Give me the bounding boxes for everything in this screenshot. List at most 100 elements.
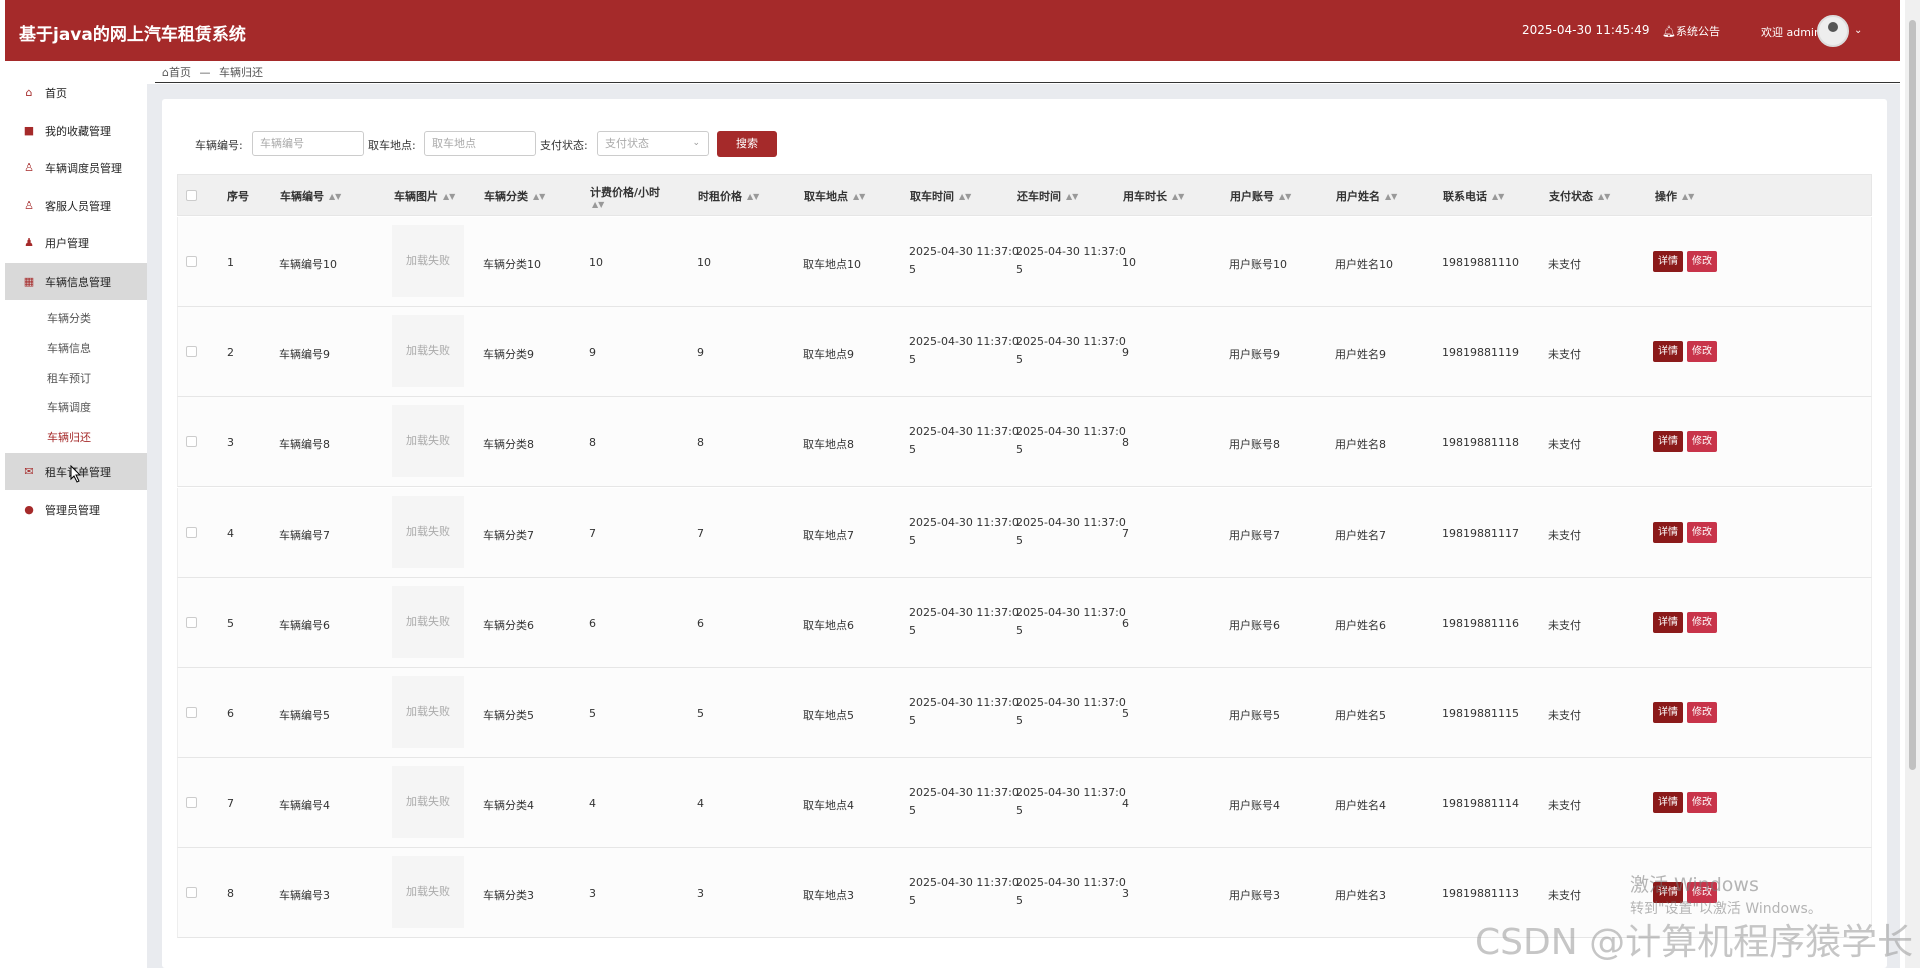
row-checkbox[interactable] [186, 707, 197, 718]
subitem-vehicle-info[interactable]: 车辆信息 [47, 340, 91, 356]
row-checkbox[interactable] [186, 887, 197, 899]
col-vehicle-category[interactable]: 车辆分类 ▲▼ [484, 175, 545, 217]
home-icon[interactable]: ⌂ [162, 66, 169, 79]
col-pickup-time[interactable]: 取车时间 ▲▼ [910, 175, 971, 217]
sidebar-item-service[interactable]: ♙ 客服人员管理 [5, 187, 147, 224]
cell-cat: 车辆分类6 [483, 618, 534, 632]
col-return-time[interactable]: 还车时间 ▲▼ [1017, 175, 1078, 217]
col-duration[interactable]: 用车时长 ▲▼ [1123, 175, 1184, 217]
detail-button[interactable]: 详情 [1653, 251, 1683, 272]
col-hour-price[interactable]: 时租价格 ▲▼ [698, 175, 759, 217]
cell-no: 车辆编号8 [279, 438, 330, 452]
pickup-input[interactable]: 取车地点 [424, 131, 536, 156]
col-phone[interactable]: 联系电话 ▲▼ [1443, 175, 1504, 217]
vehicle-image-placeholder: 加载失败 [392, 225, 464, 297]
sort-icon[interactable]: ▲▼ [853, 192, 865, 201]
avatar[interactable] [1817, 15, 1849, 47]
col-pickup-location[interactable]: 取车地点 ▲▼ [804, 175, 865, 217]
vehicle-no-input[interactable]: 车辆编号 [252, 131, 364, 156]
col-vehicle-image[interactable]: 车辆图片 ▲▼ [394, 175, 455, 217]
col-account[interactable]: 用户账号 ▲▼ [1230, 175, 1291, 217]
edit-button[interactable]: 修改 [1687, 702, 1717, 723]
sidebar-item-dispatcher[interactable]: ♙ 车辆调度员管理 [5, 149, 147, 186]
subitem-vehicle-return[interactable]: 车辆归还 [47, 429, 91, 445]
sort-icon[interactable]: ▲▼ [747, 192, 759, 201]
edit-button[interactable]: 修改 [1687, 521, 1717, 543]
sort-icon[interactable]: ▲▼ [1279, 192, 1291, 201]
cell-idx: 7 [227, 797, 234, 811]
detail-button[interactable]: 详情 [1653, 611, 1683, 633]
cell-time-line1: 2025-04-30 11:37:0 [909, 425, 1019, 439]
cell-price: 7 [589, 526, 596, 540]
subitem-vehicle-category[interactable]: 车辆分类 [47, 310, 91, 326]
col-user-name[interactable]: 用户姓名 ▲▼ [1336, 175, 1397, 217]
sort-icon[interactable]: ▲▼ [959, 192, 971, 201]
cell-idx: 1 [227, 256, 234, 269]
sidebar-item-vehicle-info[interactable]: ▦ 车辆信息管理 [5, 263, 147, 300]
row-checkbox[interactable] [186, 256, 197, 267]
search-button[interactable]: 搜索 [717, 131, 777, 157]
cell-acc: 用户账号10 [1229, 258, 1287, 271]
cell-hprice: 9 [697, 346, 704, 360]
cell-pay: 未支付 [1548, 438, 1581, 452]
sidebar-item-collection[interactable]: ■ 我的收藏管理 [5, 112, 147, 149]
row-checkbox[interactable] [186, 436, 197, 448]
breadcrumb-current: 车辆归还 [218, 66, 263, 79]
sort-icon[interactable]: ▲▼ [592, 200, 604, 209]
pay-status-select[interactable]: 支付状态 ⌄ [597, 131, 709, 156]
cell-time-line2: 5 [909, 263, 916, 276]
cell-cat: 车辆分类3 [483, 889, 534, 903]
sort-icon[interactable]: ▲▼ [1598, 192, 1610, 201]
sort-icon[interactable]: ▲▼ [1172, 192, 1184, 201]
sort-icon[interactable]: ▲▼ [1385, 192, 1397, 201]
edit-button[interactable]: 修改 [1687, 792, 1717, 814]
sort-icon[interactable]: ▲▼ [443, 192, 455, 201]
cell-time-line1: 2025-04-30 11:37:0 [909, 605, 1019, 619]
cell-price: 8 [589, 436, 596, 450]
sidebar-item-users[interactable]: ♟ 用户管理 [5, 224, 147, 261]
row-checkbox[interactable] [186, 797, 197, 809]
cell-acc: 用户账号4 [1229, 799, 1280, 813]
cell-acc: 用户账号9 [1229, 348, 1280, 362]
detail-button[interactable]: 详情 [1653, 431, 1683, 453]
cell-cat: 车辆分类9 [483, 348, 534, 362]
col-pay-status[interactable]: 支付状态 ▲▼ [1549, 175, 1610, 217]
sidebar-item-admin[interactable]: ● 管理员管理 [5, 491, 147, 528]
edit-button[interactable]: 修改 [1687, 611, 1717, 633]
subitem-rent-booking[interactable]: 租车预订 [47, 370, 91, 386]
csdn-watermark: CSDN @计算机程序猿学长 [1475, 922, 1914, 963]
chevron-down-icon[interactable]: ⌄ [1854, 25, 1862, 36]
edit-button[interactable]: 修改 [1687, 431, 1717, 453]
col-actions[interactable]: 操作 ▲▼ [1655, 175, 1694, 217]
row-checkbox[interactable] [186, 346, 197, 358]
edit-button[interactable]: 修改 [1687, 341, 1717, 363]
row-checkbox[interactable] [186, 526, 197, 538]
subitem-vehicle-dispatch[interactable]: 车辆调度 [47, 399, 91, 415]
breadcrumb-home[interactable]: 首页 [169, 66, 191, 79]
sort-icon[interactable]: ▲▼ [1492, 192, 1504, 201]
detail-button[interactable]: 详情 [1653, 792, 1683, 814]
bell-icon: 🔔︎ [1662, 25, 1676, 38]
sidebar-item-home[interactable]: ⌂ 首页 [5, 74, 147, 111]
cell-time-line2: 5 [1016, 623, 1023, 637]
edit-button[interactable]: 修改 [1687, 251, 1717, 272]
divider [155, 82, 1900, 83]
sort-icon[interactable]: ▲▼ [1066, 192, 1078, 201]
detail-button[interactable]: 详情 [1653, 341, 1683, 363]
row-checkbox[interactable] [186, 616, 197, 628]
cell-pay: 未支付 [1548, 528, 1581, 542]
detail-button[interactable]: 详情 [1653, 702, 1683, 723]
sort-icon[interactable]: ▲▼ [1682, 192, 1694, 201]
sort-icon[interactable]: ▲▼ [329, 192, 341, 201]
vehicle-image-placeholder: 加载失败 [392, 585, 464, 658]
cell-no: 车辆编号4 [279, 799, 330, 813]
scrollbar[interactable] [1905, 0, 1920, 968]
detail-button[interactable]: 详情 [1653, 521, 1683, 543]
sort-icon[interactable]: ▲▼ [533, 192, 545, 201]
select-all-checkbox[interactable] [186, 190, 197, 201]
cell-time-line1: 2025-04-30 11:37:0 [1016, 605, 1126, 619]
scrollbar-thumb[interactable] [1909, 20, 1916, 770]
col-vehicle-no[interactable]: 车辆编号 ▲▼ [280, 175, 341, 217]
col-price[interactable]: 计费价格/小时 ▲▼ [590, 175, 660, 217]
notice-link[interactable]: 🔔︎系统公告 [1662, 23, 1720, 39]
